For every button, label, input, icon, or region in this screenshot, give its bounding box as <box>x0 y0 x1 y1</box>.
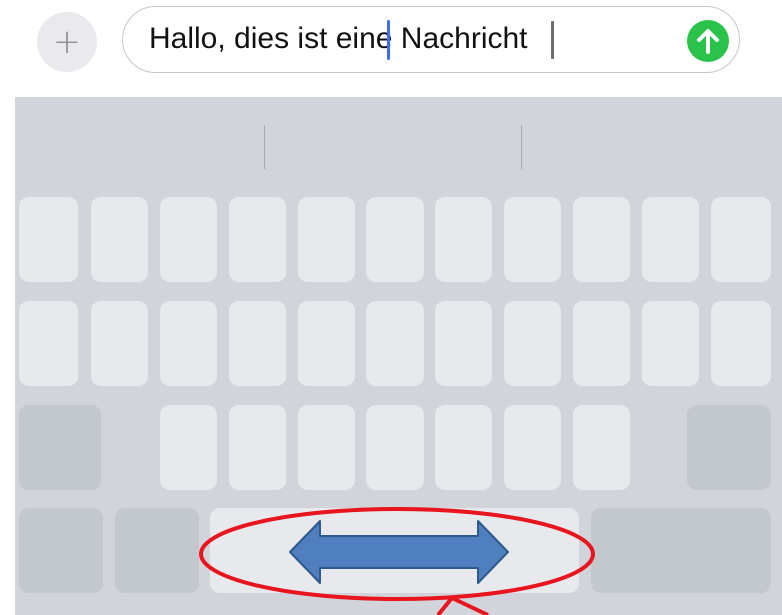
key[interactable] <box>504 197 561 282</box>
messages-screen: + Hallo, dies ist eine Nachricht <box>0 0 782 615</box>
arrow-up-icon <box>697 29 719 54</box>
key[interactable] <box>298 405 355 490</box>
key[interactable] <box>19 197 78 282</box>
key[interactable] <box>160 405 217 490</box>
send-button[interactable] <box>687 20 729 62</box>
key[interactable] <box>573 405 630 490</box>
plus-icon: + <box>52 22 82 62</box>
key[interactable] <box>91 197 148 282</box>
key[interactable] <box>366 405 424 490</box>
add-attachment-button[interactable]: + <box>37 12 97 72</box>
numbers-key[interactable] <box>19 508 103 593</box>
keyboard-trackpad[interactable] <box>15 97 782 615</box>
key[interactable] <box>229 301 286 386</box>
key[interactable] <box>229 197 286 282</box>
message-input[interactable]: Hallo, dies ist eine Nachricht <box>122 6 740 73</box>
shift-key[interactable] <box>19 405 101 490</box>
message-text: Hallo, dies ist eine Nachricht <box>149 22 528 55</box>
key[interactable] <box>435 301 492 386</box>
space-bar[interactable] <box>210 508 579 593</box>
return-key[interactable] <box>591 508 771 593</box>
prediction-divider <box>521 125 522 169</box>
key[interactable] <box>366 301 424 386</box>
key[interactable] <box>711 197 771 282</box>
key[interactable] <box>711 301 771 386</box>
key[interactable] <box>435 197 492 282</box>
emoji-key[interactable] <box>115 508 199 593</box>
key[interactable] <box>19 301 78 386</box>
key[interactable] <box>435 405 492 490</box>
key[interactable] <box>366 197 424 282</box>
key[interactable] <box>573 197 630 282</box>
key[interactable] <box>160 197 217 282</box>
key[interactable] <box>160 301 217 386</box>
key[interactable] <box>573 301 630 386</box>
key[interactable] <box>91 301 148 386</box>
key[interactable] <box>298 301 355 386</box>
key[interactable] <box>229 405 286 490</box>
text-cursor[interactable] <box>387 20 390 60</box>
key[interactable] <box>642 301 699 386</box>
prediction-divider <box>264 125 265 169</box>
backspace-key[interactable] <box>687 405 771 490</box>
key[interactable] <box>504 405 561 490</box>
key[interactable] <box>298 197 355 282</box>
end-cursor <box>551 21 554 59</box>
key[interactable] <box>642 197 699 282</box>
key[interactable] <box>504 301 561 386</box>
